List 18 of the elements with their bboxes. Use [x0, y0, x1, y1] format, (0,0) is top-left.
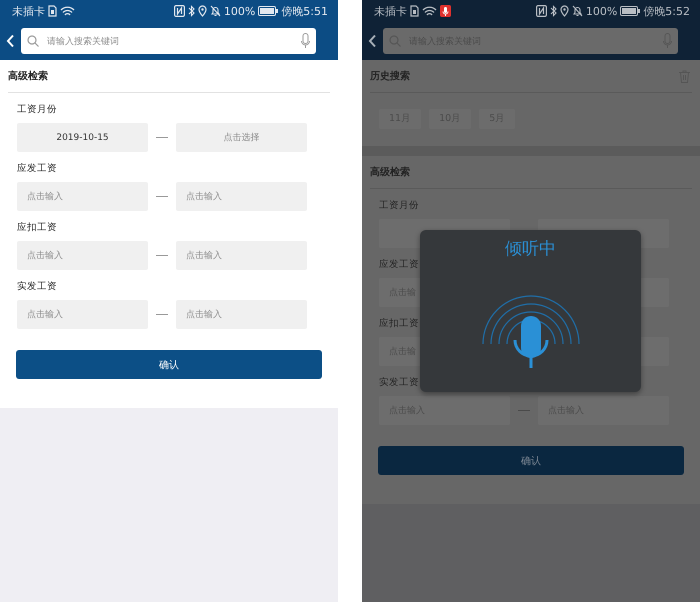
clock-text: 傍晚5:52: [643, 4, 690, 18]
section-title: 历史搜索: [370, 70, 410, 83]
field-label: 应扣工资: [379, 317, 420, 331]
section-title: 高级检索: [370, 165, 410, 179]
field-label: 工资月份: [17, 103, 58, 117]
dialog-title: 倾听中: [505, 238, 556, 260]
clock-text: 傍晚5:51: [281, 4, 328, 18]
battery-percent: 100%: [224, 4, 256, 18]
carrier-text: 未插卡: [374, 4, 407, 18]
field-label: 工资月份: [379, 199, 420, 213]
field-label: 实发工资: [17, 280, 58, 294]
field-label: 应扣工资: [17, 221, 58, 235]
field-label: 应发工资: [379, 258, 420, 272]
battery-percent: 100%: [586, 4, 618, 18]
carrier-text: 未插卡: [12, 4, 45, 18]
field-label: 应发工资: [17, 162, 58, 176]
field-label: 实发工资: [379, 376, 420, 390]
section-title: 高级检索: [8, 69, 48, 83]
